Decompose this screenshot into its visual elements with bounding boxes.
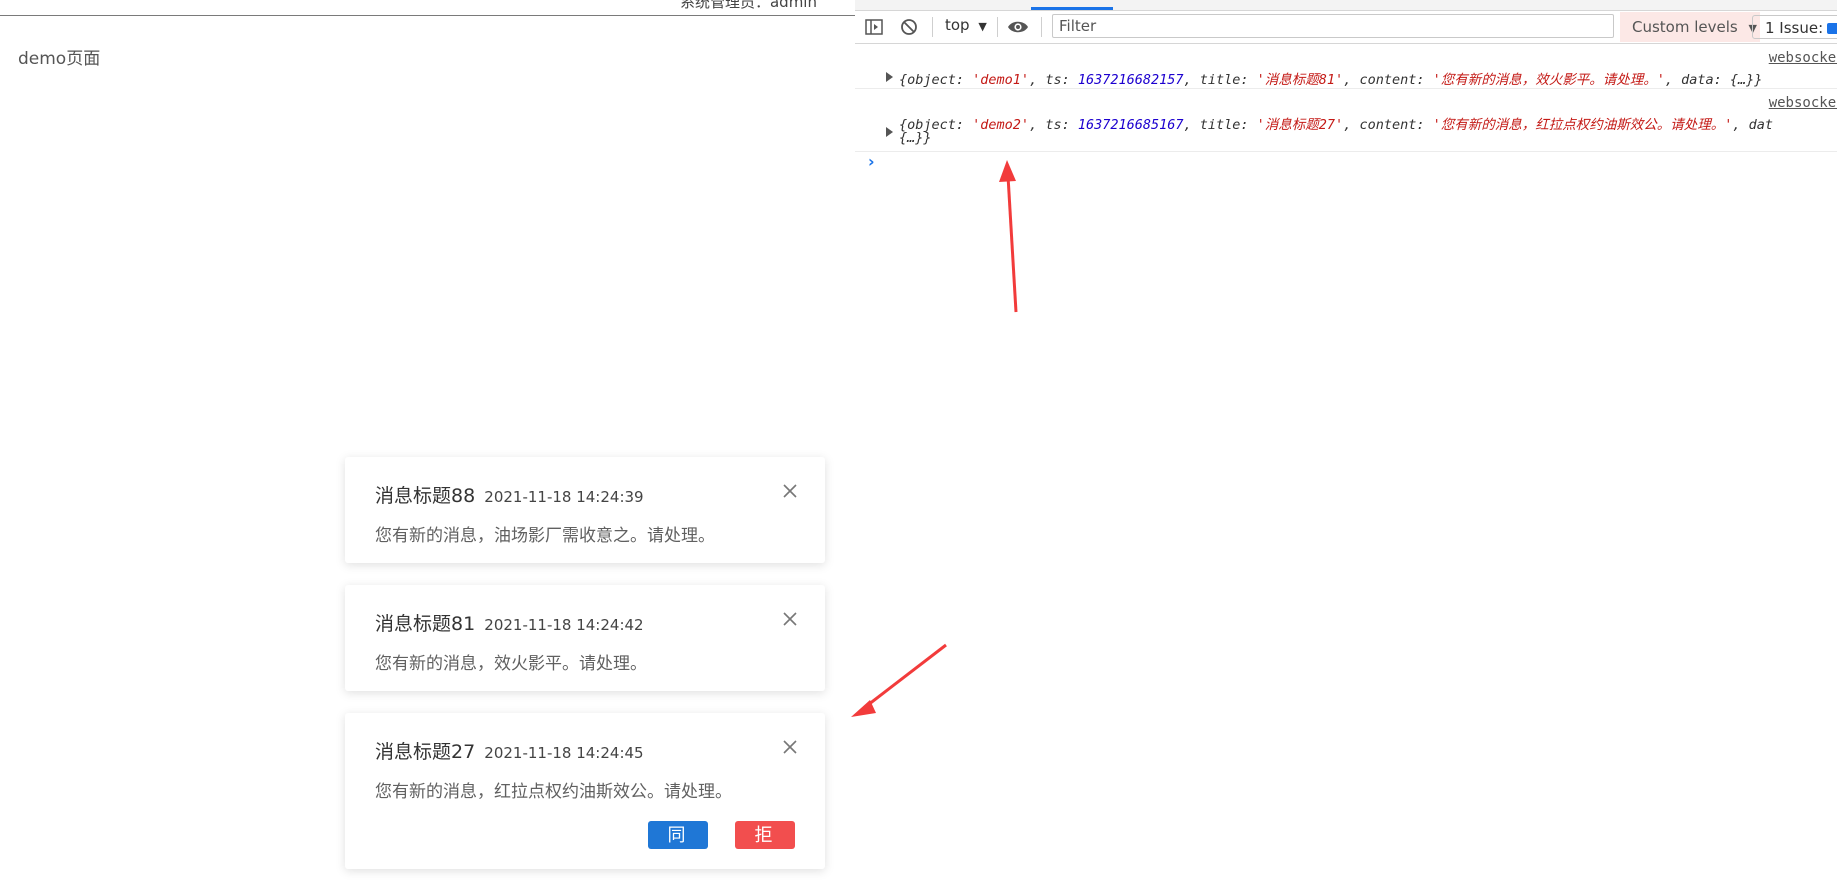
red-arrow-icon [851,643,947,717]
annotation-overlay [851,160,1018,717]
red-arrow-icon [999,160,1018,313]
screenshot-stage: 系统管理员：admin demo页面 消息标题88 2021-11-18 14:… [0,0,1837,894]
